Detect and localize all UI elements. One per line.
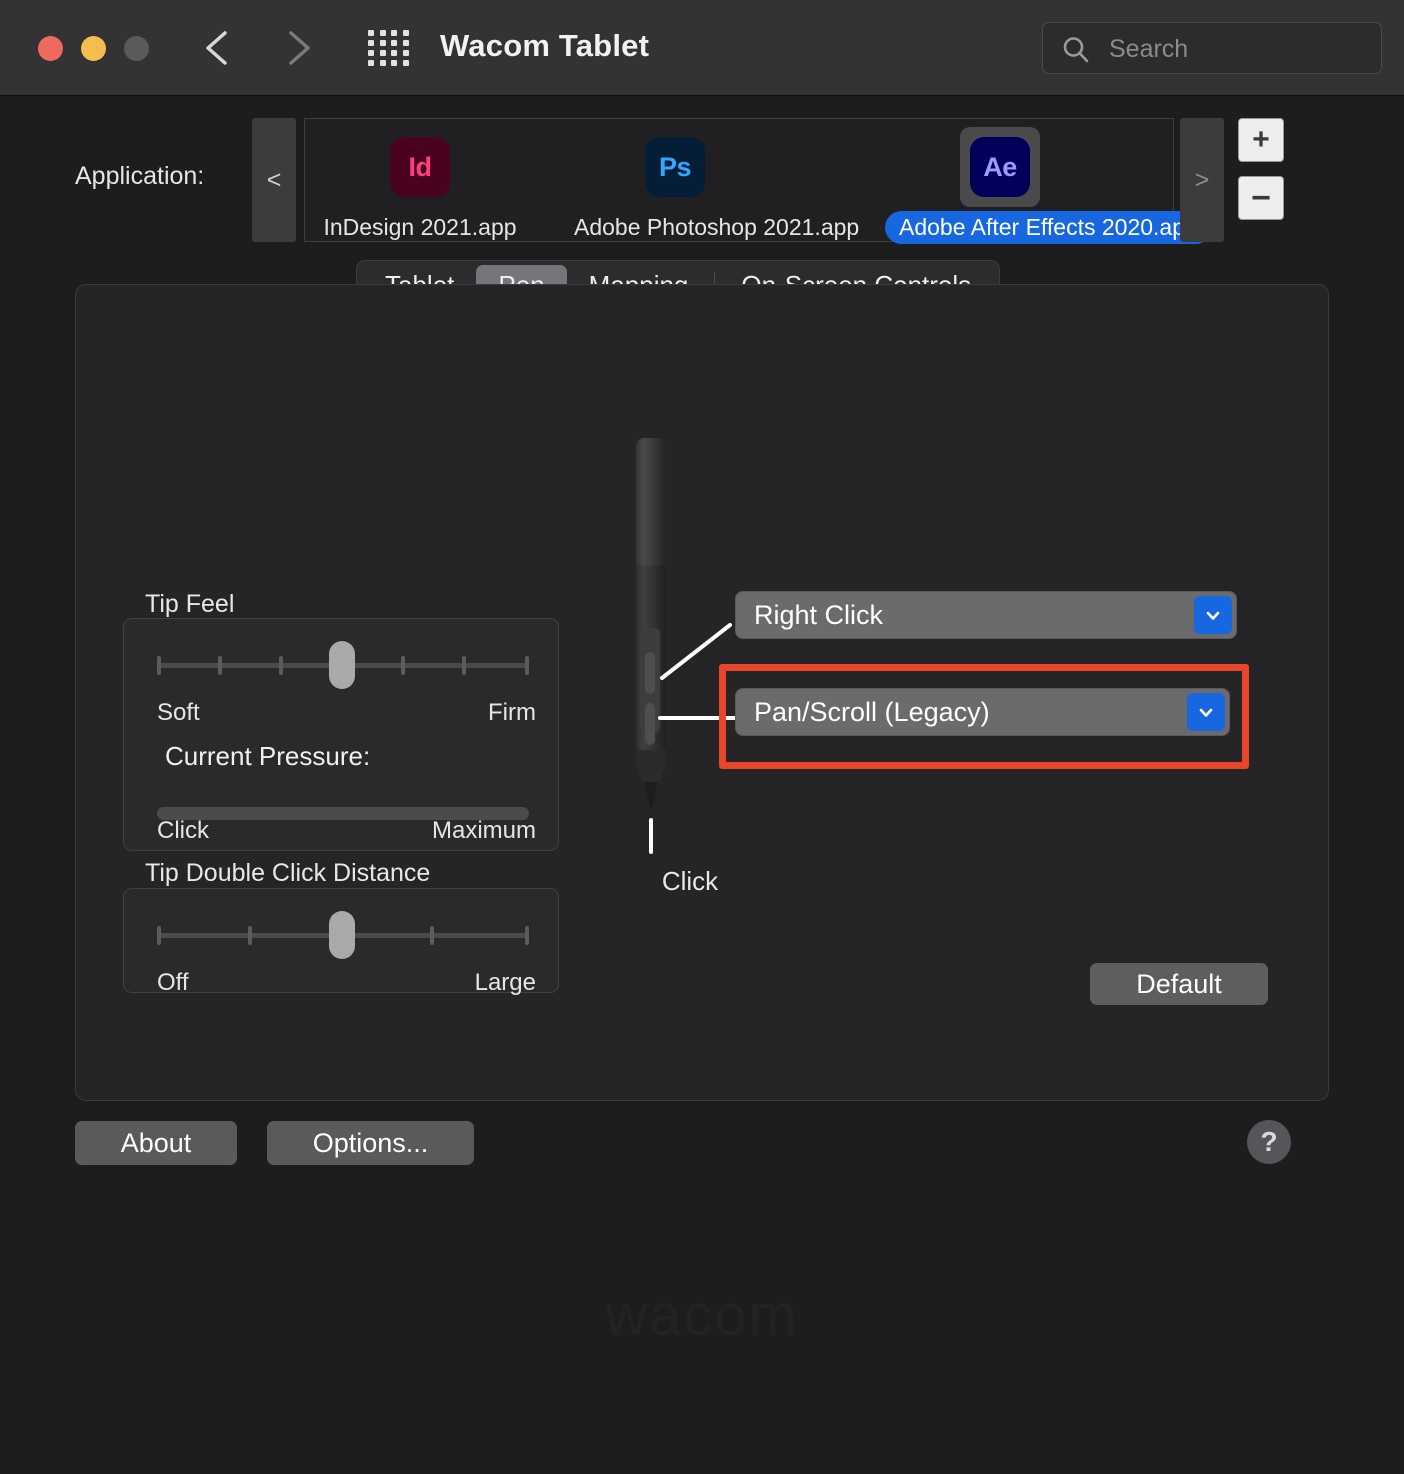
lower-side-button-dropdown[interactable]: Pan/Scroll (Legacy) [735, 688, 1230, 736]
chevron-right-icon[interactable] [276, 26, 318, 70]
options-button[interactable]: Options... [267, 1121, 474, 1165]
tip-double-click-distance-box: Off Large [123, 888, 559, 996]
application-item-photoshop[interactable]: Ps Adobe Photoshop 2021.app [560, 127, 859, 244]
application-selector-row: Application: < Id InDesign 2021.app Ps A… [0, 118, 1404, 248]
application-item-label: InDesign 2021.app [323, 214, 517, 240]
tip-feel-min-label: Soft [157, 699, 200, 726]
chevron-left-icon[interactable] [198, 26, 240, 70]
chevron-down-icon[interactable] [1194, 596, 1232, 634]
application-list: Id InDesign 2021.app Ps Adobe Photoshop … [304, 118, 1212, 244]
navigation-arrows [198, 26, 318, 70]
traffic-light-group [38, 36, 149, 61]
tip-double-click-slider-thumb[interactable] [329, 911, 355, 959]
tip-double-click-max-label: Large [474, 969, 536, 996]
current-pressure-max-label: Maximum [431, 817, 536, 844]
application-item-aftereffects[interactable]: Ae Adobe After Effects 2020.app [885, 127, 1212, 244]
lower-side-button-value: Pan/Scroll (Legacy) [754, 696, 990, 727]
tip-double-click-min-label: Off [157, 969, 189, 996]
upper-side-button-dropdown[interactable]: Right Click [735, 591, 1237, 639]
tip-feel-max-label: Firm [488, 699, 536, 726]
indesign-icon-wrap: Id [380, 127, 460, 207]
application-label: Application: [75, 162, 205, 190]
current-pressure-min-label: Click [157, 817, 209, 844]
tip-feel-slider-thumb[interactable] [329, 641, 355, 689]
zoom-button[interactable] [124, 36, 149, 61]
current-pressure-title: Current Pressure: [165, 741, 371, 771]
about-button[interactable]: About [75, 1121, 237, 1165]
tip-double-click-distance-title: Tip Double Click Distance [145, 859, 431, 887]
photoshop-icon: Ps [645, 137, 705, 197]
search-input[interactable] [1109, 23, 1369, 75]
chevron-down-icon[interactable] [1187, 693, 1225, 731]
application-add-remove-group: + − [1238, 118, 1284, 220]
aftereffects-icon: Ae [970, 137, 1030, 197]
application-prev-button[interactable]: < [252, 118, 296, 242]
search-icon [1061, 35, 1091, 70]
aftereffects-icon-wrap: Ae [960, 127, 1040, 207]
upper-side-button-value: Right Click [754, 599, 884, 630]
window-title-bar: Wacom Tablet [0, 0, 1404, 96]
close-button[interactable] [38, 36, 63, 61]
question-mark-icon[interactable]: ? [1247, 1120, 1291, 1164]
add-application-button[interactable]: + [1238, 118, 1284, 162]
default-button[interactable]: Default [1090, 963, 1268, 1005]
grid-apps-icon[interactable] [368, 30, 410, 66]
photoshop-icon-wrap: Ps [635, 127, 715, 207]
indesign-icon: Id [390, 137, 450, 197]
remove-application-button[interactable]: − [1238, 176, 1284, 220]
wacom-tablet-preference-window: Wacom Tablet Application: < Id InDesign … [0, 0, 1404, 1474]
application-item-label: Adobe Photoshop 2021.app [574, 214, 860, 240]
search-field[interactable] [1042, 22, 1382, 75]
application-next-button[interactable]: > [1180, 118, 1224, 242]
tip-feel-title: Tip Feel [145, 590, 235, 618]
wacom-watermark: wacom [605, 1283, 799, 1348]
application-item-label: Adobe After Effects 2020.app [885, 211, 1212, 244]
pen-tip-click-label: Click [661, 866, 719, 896]
page-title: Wacom Tablet [440, 28, 650, 63]
application-item-indesign[interactable]: Id InDesign 2021.app [305, 127, 535, 244]
tip-feel-box: Soft Firm Current Pressure: Click Maximu… [123, 618, 559, 851]
minimize-button[interactable] [81, 36, 106, 61]
